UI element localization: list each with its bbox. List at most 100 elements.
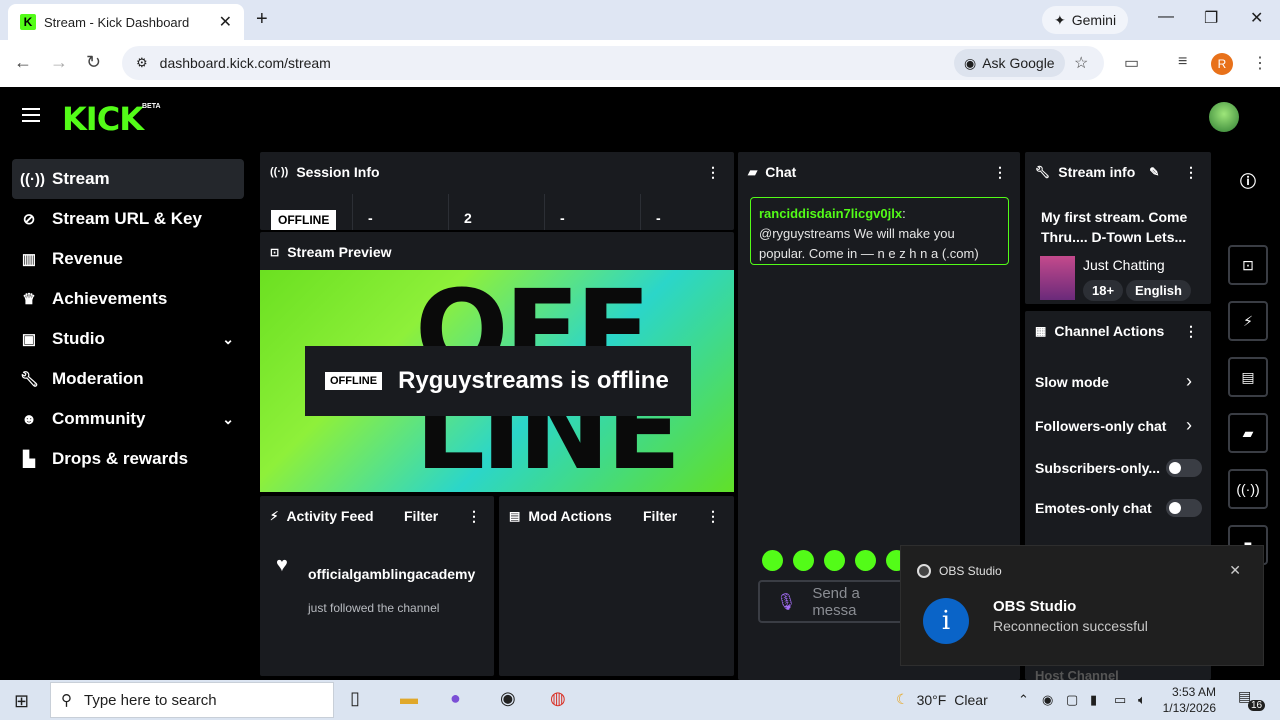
panel-menu-icon[interactable]: ⋮ [1184,323,1198,340]
panel-menu-icon[interactable]: ⋮ [993,164,1007,181]
subscribers-only-toggle[interactable] [1166,459,1202,477]
ask-google-button[interactable]: ◉ Ask Google [954,49,1065,77]
cast-icon[interactable]: ▭ [1124,53,1139,73]
stream-preview-header: ⊡ Stream Preview [270,244,392,260]
slow-mode-row[interactable]: Slow mode [1035,374,1109,390]
stream-info-header: 🔧︎ Stream info ✎ [1035,164,1159,180]
activity-user[interactable]: officialgamblingacademy [308,566,475,582]
sidebar-item-studio[interactable]: ▣ Studio ⌄ [12,319,244,359]
task-view-icon[interactable]: ▯ [350,688,360,709]
sidebar-item-moderation[interactable]: 🔧︎ Moderation [12,359,244,399]
sidebar-item-stream-url-key[interactable]: ⊘ Stream URL & Key [12,199,244,239]
kick-logo[interactable]: KICK [62,100,144,138]
sidebar-item-community[interactable]: ☻ Community ⌄ [12,399,244,439]
window-close-icon[interactable]: ✕ [1250,8,1263,28]
chrome-icon[interactable]: ◍ [550,688,566,709]
tab-close-icon[interactable]: ✕ [219,12,232,32]
chat-bubble-icon[interactable]: ▰ [1228,413,1268,453]
chevron-right-icon[interactable]: › [1186,371,1192,392]
panel-title: Channel Actions [1054,323,1165,339]
toast-close-icon[interactable]: ✕ [1229,562,1241,579]
sidebar-item-drops-rewards[interactable]: ▙ Drops & rewards [12,439,244,479]
gemini-button[interactable]: ✦ Gemini [1042,6,1129,34]
url-text[interactable]: dashboard.kick.com/stream [160,55,331,71]
sidebar-item-revenue[interactable]: ▥ Revenue [12,239,244,279]
chat-username[interactable]: ranciddisdain7licgv0jlx [759,206,902,221]
activity-text: just followed the channel [308,601,440,615]
category-name[interactable]: Just Chatting [1083,257,1165,273]
chevron-down-icon[interactable]: ⌄ [222,331,234,348]
emote-icon[interactable] [824,550,845,571]
taskbar-search[interactable]: ⚲ Type here to search [50,682,334,718]
sidebar-item-label: Stream [52,169,110,188]
preview-icon[interactable]: ⊡ [1228,245,1268,285]
panel-menu-icon[interactable]: ⋮ [706,508,720,525]
windows-start-icon[interactable]: ⊞ [14,691,29,712]
restore-icon[interactable]: ❐ [1204,8,1218,28]
new-tab-button[interactable]: + [256,8,268,31]
forward-icon[interactable]: → [50,52,68,73]
broadcast-icon[interactable]: ((·)) [1228,469,1268,509]
weather-widget[interactable]: ☾ 30°F Clear [896,691,988,708]
profile-avatar[interactable]: R [1211,53,1233,75]
sidebar-item-achievements[interactable]: ♛ Achievements [12,279,244,319]
stream-preview-image[interactable]: OFF LINE OFFLINE Ryguystreams is offline [260,270,734,492]
obs-tray-icon[interactable]: ◉ [1042,692,1053,708]
chevron-up-icon[interactable]: ⌃ [1018,692,1029,708]
hamburger-menu-icon[interactable] [22,108,40,122]
document-icon[interactable]: ▤ [1228,357,1268,397]
user-avatar[interactable] [1209,102,1239,132]
file-explorer-icon[interactable]: ▬ [400,688,418,709]
bolt-icon[interactable]: ⚡︎ [1228,301,1268,341]
battery-icon[interactable]: ▮ [1090,692,1097,708]
subscribers-only-row: Subscribers-only... [1035,460,1160,476]
tray-icon[interactable]: ▢ [1066,692,1078,708]
reload-icon[interactable]: ↻ [86,52,101,73]
minimize-icon[interactable]: — [1158,8,1174,26]
discord-icon[interactable]: ● [450,688,461,709]
search-icon: ⚲ [61,692,72,709]
panel-title: Session Info [296,164,380,180]
sparkle-icon: ✦ [1054,11,1066,28]
emote-icon[interactable] [762,550,783,571]
status-badge: OFFLINE [271,210,337,230]
emote-icon[interactable] [855,550,876,571]
microphone-icon[interactable]: 🎙︎ [776,592,796,612]
panel-menu-icon[interactable]: ⋮ [1184,164,1198,181]
media-icon[interactable]: ≡ [1178,53,1187,71]
volume-icon[interactable]: 🔈︎ [1138,692,1146,708]
obs-icon[interactable]: ◉ [500,688,516,709]
divider [352,194,353,230]
chat-input[interactable]: 🎙︎ Send a messa [758,580,908,623]
session-stat: - [368,210,373,226]
emotes-only-toggle[interactable] [1166,499,1202,517]
obs-logo-icon [917,564,931,578]
panel-menu-icon[interactable]: ⋮ [706,164,720,181]
divider [448,194,449,230]
chat-message[interactable]: ranciddisdain7licgv0jlx: @ryguystreams W… [750,197,1009,265]
emotes-only-row: Emotes-only chat [1035,500,1152,516]
network-icon[interactable]: ▭ [1114,692,1126,708]
filter-button[interactable]: Filter [643,508,677,524]
filter-button[interactable]: Filter [404,508,438,524]
pencil-icon[interactable]: ✎ [1149,165,1159,179]
menu-kebab-icon[interactable]: ⋮ [1252,53,1268,73]
panel-menu-icon[interactable]: ⋮ [467,508,481,525]
followers-only-row[interactable]: Followers-only chat [1035,418,1166,434]
clock[interactable]: 3:53 AM 1/13/2026 [1160,684,1216,716]
obs-notification-toast[interactable]: OBS Studio ✕ i OBS Studio Reconnection s… [900,545,1264,666]
people-icon: ☻ [21,410,37,428]
back-icon[interactable]: ← [14,52,32,73]
emote-icon[interactable] [793,550,814,571]
activity-feed-header: ⚡︎ Activity Feed [270,508,374,524]
sidebar-item-stream[interactable]: ((·)) Stream [12,159,244,199]
sidebar-item-label: Community [52,409,146,428]
divider [544,194,545,230]
moon-icon: ☾ [896,691,909,707]
chevron-right-icon[interactable]: › [1186,415,1192,436]
site-settings-icon[interactable]: ⚙ [136,55,148,71]
browser-tab[interactable]: K Stream - Kick Dashboard ✕ [8,4,244,40]
chevron-down-icon[interactable]: ⌄ [222,411,234,428]
info-icon[interactable]: ⓘ [1240,168,1256,192]
bookmark-star-icon[interactable]: ☆ [1074,53,1088,73]
